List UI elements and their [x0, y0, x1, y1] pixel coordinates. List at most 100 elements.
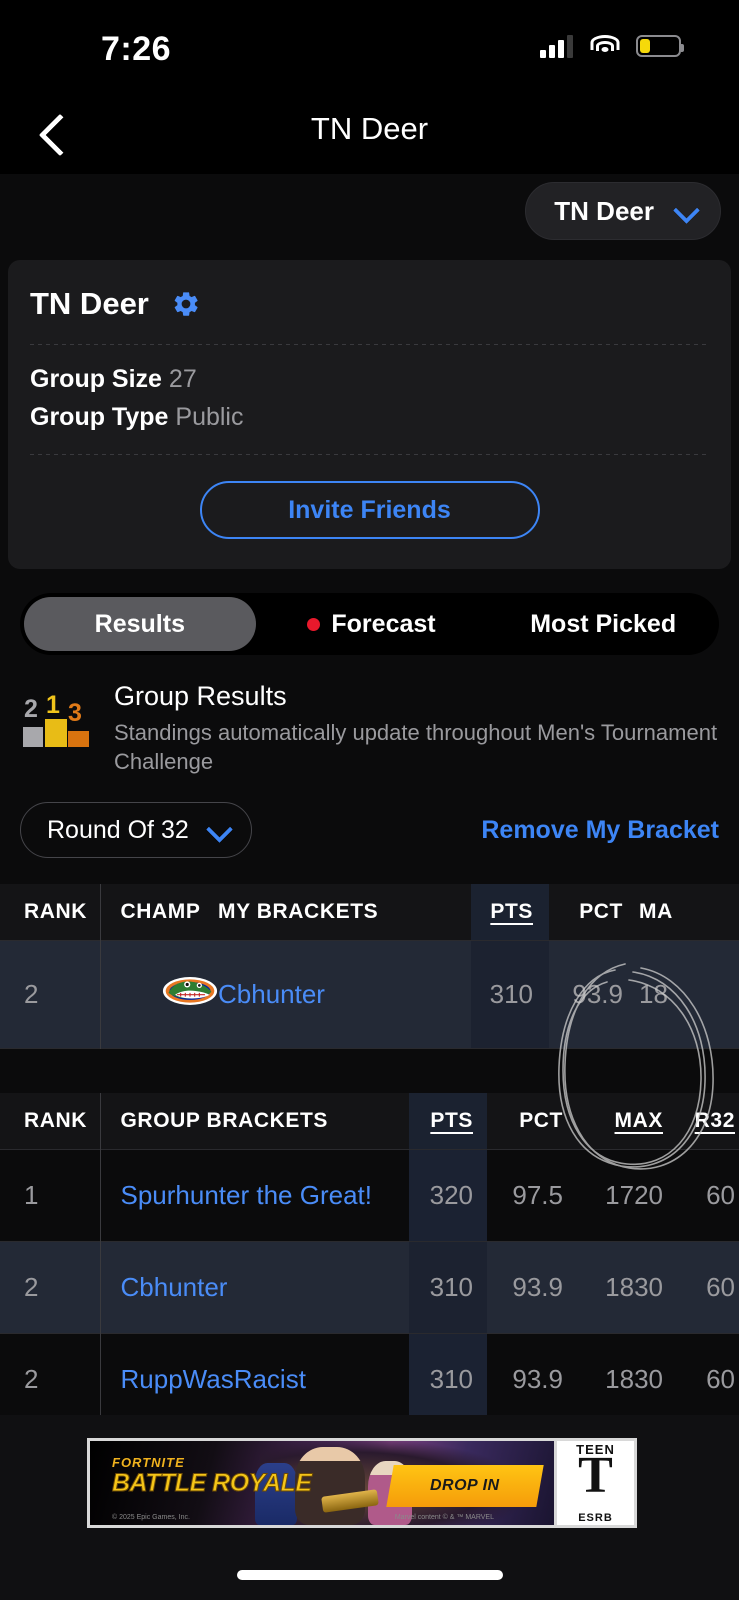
results-controls: Round Of 32 Remove My Bracket [0, 776, 739, 859]
col-pts[interactable]: PTS [471, 884, 549, 941]
col-rank[interactable]: RANK [0, 1093, 100, 1150]
table-row[interactable]: 2 Cbhunter 310 93.9 18 [0, 940, 739, 1049]
esrb-rating-bottom: ESRB [578, 1512, 613, 1524]
home-indicator[interactable] [236, 1570, 503, 1580]
col-group-brackets[interactable]: GROUP BRACKETS [99, 1093, 409, 1150]
ad-brand: FORTNITE [112, 1455, 185, 1470]
group-selector-dropdown[interactable]: TN Deer [525, 182, 721, 240]
group-info-card: TN Deer Group Size 27 Group Type Public … [8, 260, 731, 569]
chevron-down-icon [209, 820, 229, 840]
chevron-down-icon [676, 201, 696, 221]
cell-max: 1830 [577, 1241, 677, 1334]
status-bar: 7:26 [0, 0, 739, 96]
svg-text:1: 1 [46, 691, 60, 719]
cell-r32: 60 [706, 1180, 735, 1211]
group-size-value: 27 [168, 365, 197, 393]
tab-results-label: Results [94, 609, 185, 638]
page-title: TN Deer [310, 111, 429, 146]
cell-pct: 97.5 [512, 1180, 563, 1211]
group-type-label: Group Type [30, 403, 169, 431]
col-pts[interactable]: PTS [409, 1093, 487, 1150]
ad-headline: BATTLE ROYALE [112, 1469, 313, 1497]
cell-bracket-name[interactable]: Cbhunter [99, 1241, 409, 1334]
group-size-row: Group Size 27 [30, 365, 709, 394]
table-row[interactable]: 2 Cbhunter 310 93.9 1830 60 [0, 1241, 739, 1334]
col-r32[interactable]: R32 [677, 1093, 739, 1150]
group-name: TN Deer [30, 286, 149, 321]
svg-text:2: 2 [24, 695, 38, 723]
cell-r32: 60 [677, 1241, 739, 1334]
cell-champ [99, 940, 218, 1049]
tab-forecast-label: Forecast [331, 609, 436, 638]
divider [30, 344, 709, 345]
divider [30, 454, 709, 455]
cell-bracket-name[interactable]: Cbhunter [218, 940, 471, 1049]
svg-text:3: 3 [68, 699, 82, 727]
col-my-brackets[interactable]: MY BRACKETS [218, 884, 471, 941]
tab-most-picked[interactable]: Most Picked [487, 597, 719, 651]
remove-my-bracket-button[interactable]: Remove My Bracket [481, 816, 719, 845]
group-selector-label: TN Deer [554, 195, 654, 226]
table-header-row: RANK GROUP BRACKETS PTS PCT MAX R32 [0, 1093, 739, 1150]
podium-icon: 2 1 3 [22, 687, 92, 751]
ad-banner-area: FORTNITE BATTLE ROYALE © 2025 Epic Games… [0, 1415, 739, 1600]
tab-results[interactable]: Results [24, 597, 256, 651]
cell-rank: 1 [24, 1180, 39, 1211]
battery-low-icon [636, 35, 684, 57]
cell-pct: 93.9 [512, 1364, 563, 1395]
status-time: 7:26 [101, 30, 172, 68]
cell-rank: 2 [24, 1364, 39, 1395]
results-subtitle: Standings automatically update throughou… [114, 720, 718, 775]
ad-logo: FORTNITE BATTLE ROYALE [112, 1455, 313, 1497]
group-selector-row: TN Deer [0, 174, 739, 260]
col-pct[interactable]: PCT [487, 1093, 577, 1150]
ad-banner[interactable]: FORTNITE BATTLE ROYALE © 2025 Epic Games… [87, 1438, 637, 1528]
table-row[interactable]: 1 Spurhunter the Great! 320 97.5 1720 60 [0, 1149, 739, 1242]
cell-bracket-name[interactable]: Spurhunter the Great! [99, 1149, 409, 1242]
cell-rank: 2 [0, 1241, 100, 1334]
group-type-row: Group Type Public [30, 403, 709, 432]
cell-pts: 310 [409, 1333, 487, 1426]
table-header-row: RANK CHAMP MY BRACKETS PTS PCT MA [0, 884, 739, 941]
live-dot-icon [307, 617, 321, 631]
cell-r32: 60 [706, 1364, 735, 1395]
ad-copyright: © 2025 Epic Games, Inc. [112, 1514, 190, 1521]
esrb-rating-icon: TEEN T ESRB [554, 1441, 634, 1525]
cell-max: 18 [639, 940, 739, 1049]
gear-icon[interactable] [171, 289, 201, 319]
col-pct[interactable]: PCT [549, 884, 639, 941]
tab-forecast[interactable]: Forecast [256, 597, 488, 651]
tab-most-picked-label: Most Picked [530, 609, 677, 638]
cell-max: 1830 [605, 1364, 663, 1395]
invite-friends-button[interactable]: Invite Friends [199, 481, 540, 539]
cellular-bars-icon [540, 34, 573, 58]
col-max[interactable]: MAX [577, 1093, 677, 1150]
cell-pct: 93.9 [549, 940, 639, 1049]
cell-pts: 320 [409, 1149, 487, 1242]
round-filter-dropdown[interactable]: Round Of 32 [20, 802, 252, 859]
table-gap [0, 1049, 739, 1094]
status-indicators [540, 34, 684, 58]
ad-cta-button[interactable]: DROP IN [386, 1465, 544, 1507]
my-brackets-table: RANK CHAMP MY BRACKETS PTS PCT MA 2 Cbhu… [0, 884, 739, 1049]
round-filter-label: Round Of 32 [47, 815, 189, 844]
cell-pts: 310 [471, 940, 549, 1049]
florida-gators-logo [162, 977, 218, 1006]
navigation-bar: TN Deer [0, 96, 739, 174]
wifi-icon [590, 35, 619, 57]
ad-cta-label: DROP IN [430, 1477, 500, 1494]
app-screen: 7:26 TN Deer TN Deer TN Deer Group Size … [0, 0, 739, 1600]
cell-max: 1720 [605, 1180, 663, 1211]
results-title: Group Results [114, 681, 287, 711]
ad-legal: Marvel content © & ™ MARVEL [394, 1514, 494, 1521]
col-rank[interactable]: RANK [0, 884, 100, 941]
cell-bracket-name[interactable]: RuppWasRacist [99, 1333, 409, 1426]
group-type-value: Public [175, 403, 244, 431]
table-row[interactable]: 2 RuppWasRacist 310 93.9 1830 60 [0, 1333, 739, 1426]
tab-bar: Results Forecast Most Picked [20, 593, 719, 655]
group-size-label: Group Size [30, 365, 162, 393]
ad-creative[interactable]: FORTNITE BATTLE ROYALE © 2025 Epic Games… [90, 1441, 554, 1525]
col-champ[interactable]: CHAMP [99, 884, 218, 941]
cell-pts: 310 [409, 1241, 487, 1334]
col-max[interactable]: MA [639, 884, 739, 941]
